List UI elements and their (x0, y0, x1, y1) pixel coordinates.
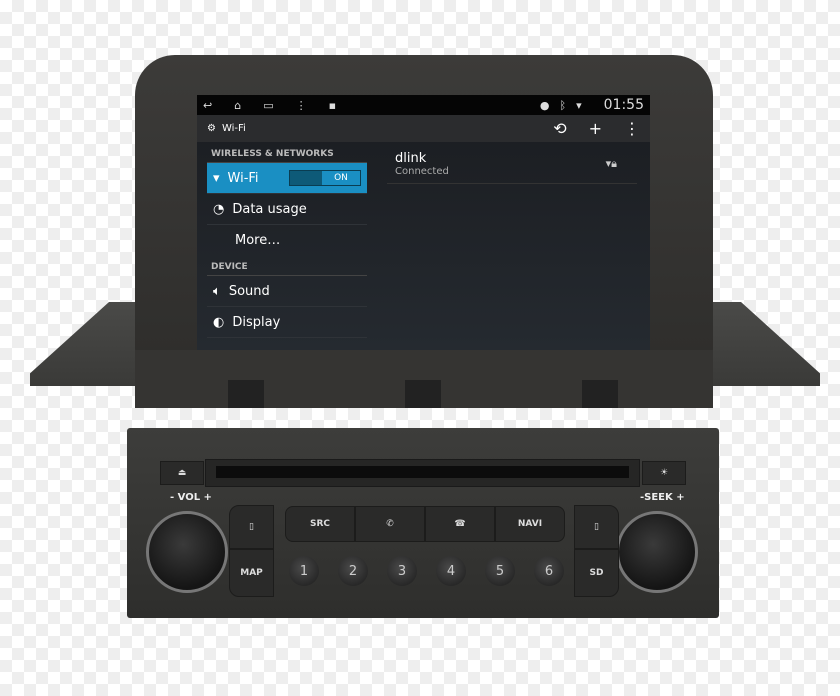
right-card-button[interactable]: ▯ (574, 505, 619, 549)
preset-button-3[interactable]: 3 (387, 556, 417, 586)
settings-item-more[interactable]: More… (207, 225, 367, 256)
recent-apps-icon[interactable]: ▭ (263, 99, 273, 112)
seek-label: -SEEK + (640, 492, 685, 503)
preset-button-6[interactable]: 6 (534, 556, 564, 586)
settings-item-wifi[interactable]: ▾ Wi-Fi ON (207, 163, 367, 194)
notification-icon: ▪ (328, 98, 337, 112)
brightness-icon: ◐ (213, 314, 225, 330)
card-icon: ▯ (594, 522, 599, 532)
eject-icon: ⏏ (177, 468, 187, 478)
item-label: Sound (228, 283, 270, 299)
android-screen: ↩ ⌂ ▭ ⋮ ▪ ● ᛒ ▾ 01:55 ⚙ Wi-Fi ⟲ + ⋮ WIRE… (197, 95, 650, 350)
map-button[interactable]: MAP (229, 549, 274, 597)
brightness-icon: ☀ (659, 468, 669, 478)
network-name: dlink (395, 151, 427, 166)
wifi-icon: ▾ (213, 170, 220, 186)
brightness-button[interactable]: ☀ (642, 461, 686, 485)
network-item[interactable]: dlink Connected ▾🔒︎ (387, 147, 637, 184)
home-icon[interactable]: ⌂ (234, 99, 241, 112)
item-label: Display (232, 314, 281, 330)
settings-list: WIRELESS & NETWORKS ▾ Wi-Fi ON ◔ Data us… (207, 143, 367, 338)
card-icon: ▯ (249, 522, 254, 532)
preset-button-5[interactable]: 5 (485, 556, 515, 586)
item-label: More… (235, 233, 281, 248)
settings-item-data-usage[interactable]: ◔ Data usage (207, 194, 367, 225)
vol-label: - VOL + (170, 492, 212, 503)
vent (228, 380, 264, 408)
call-end-button[interactable]: ☎ (425, 506, 495, 542)
wifi-toggle[interactable]: ON (289, 170, 361, 186)
phone-answer-icon: ✆ (386, 519, 394, 529)
add-icon[interactable]: + (589, 119, 602, 138)
data-usage-icon: ◔ (213, 201, 225, 217)
status-bar: ↩ ⌂ ▭ ⋮ ▪ ● ᛒ ▾ 01:55 (197, 95, 650, 115)
navi-button[interactable]: NAVI (495, 506, 565, 542)
volume-knob[interactable] (146, 511, 228, 593)
vent (582, 380, 618, 408)
action-bar: ⚙ Wi-Fi ⟲ + ⋮ (197, 115, 650, 142)
item-label: Data usage (232, 201, 307, 217)
bluetooth-icon: ᛒ (559, 98, 567, 112)
gear-icon: ⚙ (207, 123, 216, 134)
section-header: DEVICE (207, 256, 367, 276)
sd-icon: SD (589, 568, 604, 578)
eject-button[interactable]: ⏏ (160, 461, 204, 485)
preset-button-4[interactable]: 4 (436, 556, 466, 586)
network-status: Connected (395, 166, 449, 177)
refresh-icon[interactable]: ⟲ (553, 119, 566, 138)
preset-button-1[interactable]: 1 (289, 556, 319, 586)
speaker-icon: 🔈︎ (213, 283, 221, 299)
cd-slot (216, 466, 629, 478)
preset-button-2[interactable]: 2 (338, 556, 368, 586)
sd-button[interactable]: SD (574, 549, 619, 597)
cd-slot-bezel (205, 459, 640, 487)
clock: 01:55 (603, 97, 644, 113)
phone-hangup-icon: ☎ (454, 519, 466, 529)
call-answer-button[interactable]: ✆ (355, 506, 425, 542)
action-title: Wi-Fi (221, 123, 246, 134)
seek-knob[interactable] (616, 511, 698, 593)
section-header: WIRELESS & NETWORKS (207, 143, 367, 163)
overflow-icon[interactable]: ⋮ (624, 119, 640, 138)
wifi-lock-icon: ▾🔒︎ (605, 157, 617, 170)
src-button[interactable]: SRC (285, 506, 355, 542)
wifi-icon: ▾ (576, 98, 582, 112)
left-card-button[interactable]: ▯ (229, 505, 274, 549)
location-icon: ● (539, 98, 550, 112)
vent (405, 380, 441, 408)
settings-item-sound[interactable]: 🔈︎ Sound (207, 276, 367, 307)
toggle-label: ON (322, 171, 360, 185)
overflow-icon[interactable]: ⋮ (296, 99, 307, 112)
item-label: Wi-Fi (227, 170, 259, 186)
back-icon[interactable]: ↩ (203, 99, 212, 112)
settings-item-display[interactable]: ◐ Display (207, 307, 367, 338)
